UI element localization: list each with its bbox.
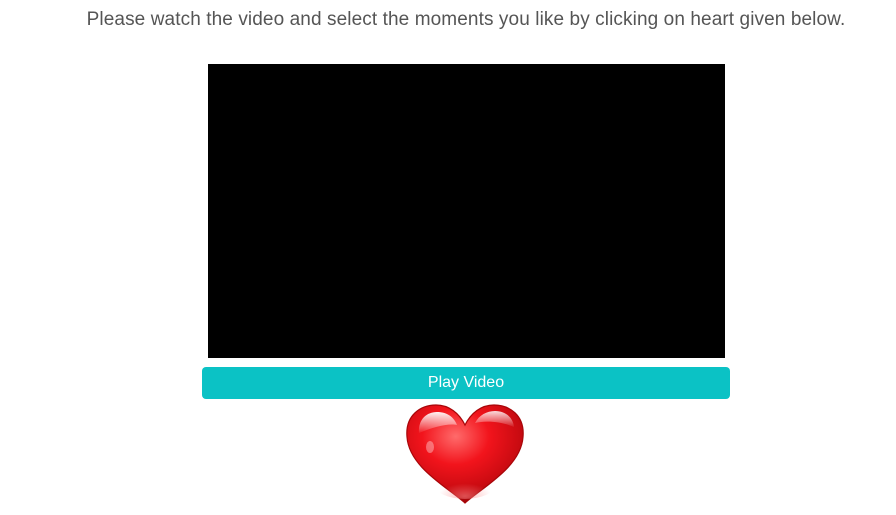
play-video-button[interactable]: Play Video	[202, 367, 730, 399]
heart-like-button[interactable]	[403, 403, 527, 507]
heart-icon	[406, 404, 524, 504]
video-player[interactable]	[208, 64, 725, 358]
instruction-text: Please watch the video and select the mo…	[86, 9, 846, 30]
